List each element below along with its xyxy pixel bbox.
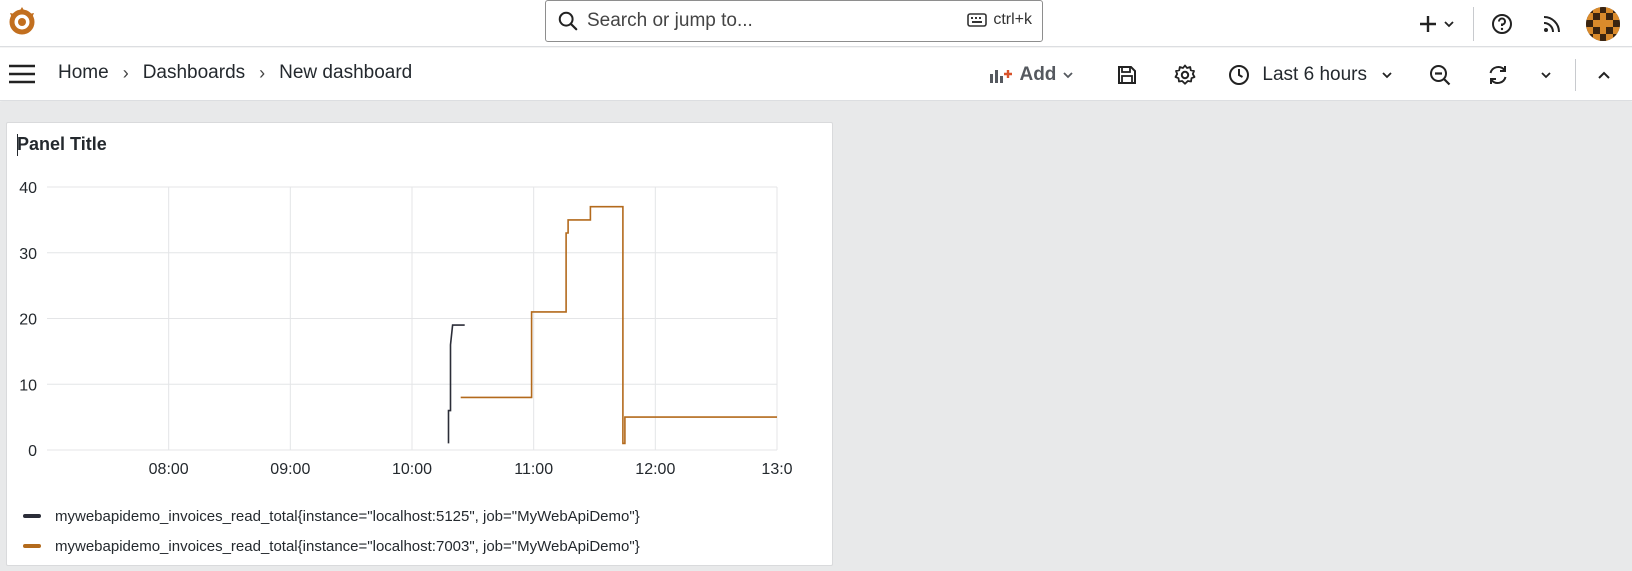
legend-label: mywebapidemo_invoices_read_total{instanc… — [55, 507, 640, 525]
keyboard-shortcut-hint: ctrl+k — [967, 11, 1032, 29]
clock-icon — [1229, 64, 1250, 85]
plus-icon — [1420, 15, 1436, 32]
profile-button[interactable] — [1574, 4, 1632, 44]
y-tick-label: 30 — [19, 246, 37, 263]
panel-title[interactable]: Panel Title — [17, 134, 107, 155]
dashboard-settings-button[interactable] — [1170, 64, 1200, 86]
chevron-down-icon — [1541, 71, 1551, 78]
legend-item[interactable]: mywebapidemo_invoices_read_total{instanc… — [23, 501, 640, 531]
legend-swatch — [23, 514, 41, 518]
add-panel-icon — [990, 69, 1013, 83]
breadcrumb: Home › Dashboards › New dashboard — [58, 62, 412, 84]
rss-icon — [1543, 15, 1560, 32]
save-dashboard-button[interactable] — [1112, 65, 1142, 85]
x-tick-label: 10:00 — [392, 461, 432, 478]
add-button[interactable]: Add — [989, 64, 1074, 86]
breadcrumb-dashboards[interactable]: Dashboards — [143, 62, 245, 84]
refresh-icon — [1489, 65, 1507, 84]
help-button[interactable] — [1474, 4, 1530, 44]
x-tick-label: 13:0 — [761, 461, 792, 478]
y-tick-label: 20 — [19, 312, 37, 329]
keyboard-icon — [967, 13, 988, 27]
chevron-down-icon — [1444, 20, 1454, 27]
news-button[interactable] — [1530, 4, 1574, 44]
search-icon — [558, 11, 578, 31]
refresh-interval-dropdown[interactable] — [1531, 69, 1561, 81]
help-icon — [1492, 13, 1512, 34]
save-icon — [1118, 65, 1137, 84]
search-placeholder: Search or jump to... — [587, 10, 753, 31]
zoom-out-button[interactable] — [1425, 64, 1455, 86]
y-tick-label: 0 — [28, 443, 37, 460]
time-range-label: Last 6 hours — [1262, 63, 1367, 85]
top-bar: Search or jump to... ctrl+k — [0, 0, 1632, 47]
y-tick-label: 40 — [19, 180, 37, 197]
chevron-right-icon: › — [259, 62, 266, 83]
zoom-out-icon — [1430, 64, 1451, 85]
time-series-chart[interactable]: 0 10 20 30 40 08:00 09:00 10:00 11:00 12:00 13:0 — [7, 173, 834, 493]
chart-legend: mywebapidemo_invoices_read_total{instanc… — [23, 501, 640, 561]
breadcrumb-home[interactable]: Home — [58, 62, 109, 84]
x-tick-label: 08:00 — [149, 461, 189, 478]
time-series-panel[interactable]: Panel Title 0 10 20 30 40 08:00 09:00 10:00 11:0… — [6, 122, 833, 566]
x-tick-label: 11:00 — [514, 461, 553, 478]
legend-label: mywebapidemo_invoices_read_total{instanc… — [55, 537, 640, 555]
grafana-logo-icon[interactable] — [6, 5, 38, 37]
y-tick-label: 10 — [19, 377, 37, 394]
breadcrumb-current: New dashboard — [279, 62, 413, 83]
avatar — [1586, 6, 1620, 41]
chevron-right-icon: › — [122, 62, 129, 83]
collapse-toolbar-button[interactable] — [1576, 68, 1632, 82]
search-bar[interactable]: Search or jump to... ctrl+k — [545, 0, 1043, 42]
legend-swatch — [23, 544, 41, 548]
time-range-picker[interactable]: Last 6 hours — [1228, 64, 1393, 86]
shortcut-label: ctrl+k — [993, 11, 1032, 28]
x-tick-label: 12:00 — [635, 461, 675, 478]
legend-item[interactable]: mywebapidemo_invoices_read_total{instanc… — [23, 531, 640, 561]
chevron-down-icon — [1382, 71, 1392, 78]
gear-icon — [1175, 64, 1196, 85]
menu-icon[interactable] — [8, 62, 36, 86]
chevron-down-icon — [1063, 71, 1074, 78]
new-menu-button[interactable] — [1415, 4, 1459, 44]
series-line-2 — [460, 205, 777, 445]
x-tick-label: 09:00 — [270, 461, 310, 478]
add-label: Add — [1019, 63, 1057, 85]
refresh-button[interactable] — [1483, 64, 1513, 86]
chevron-up-icon — [1598, 71, 1610, 79]
dashboard-nav-bar: Home › Dashboards › New dashboard Add La… — [0, 48, 1632, 101]
text-cursor — [17, 134, 18, 156]
